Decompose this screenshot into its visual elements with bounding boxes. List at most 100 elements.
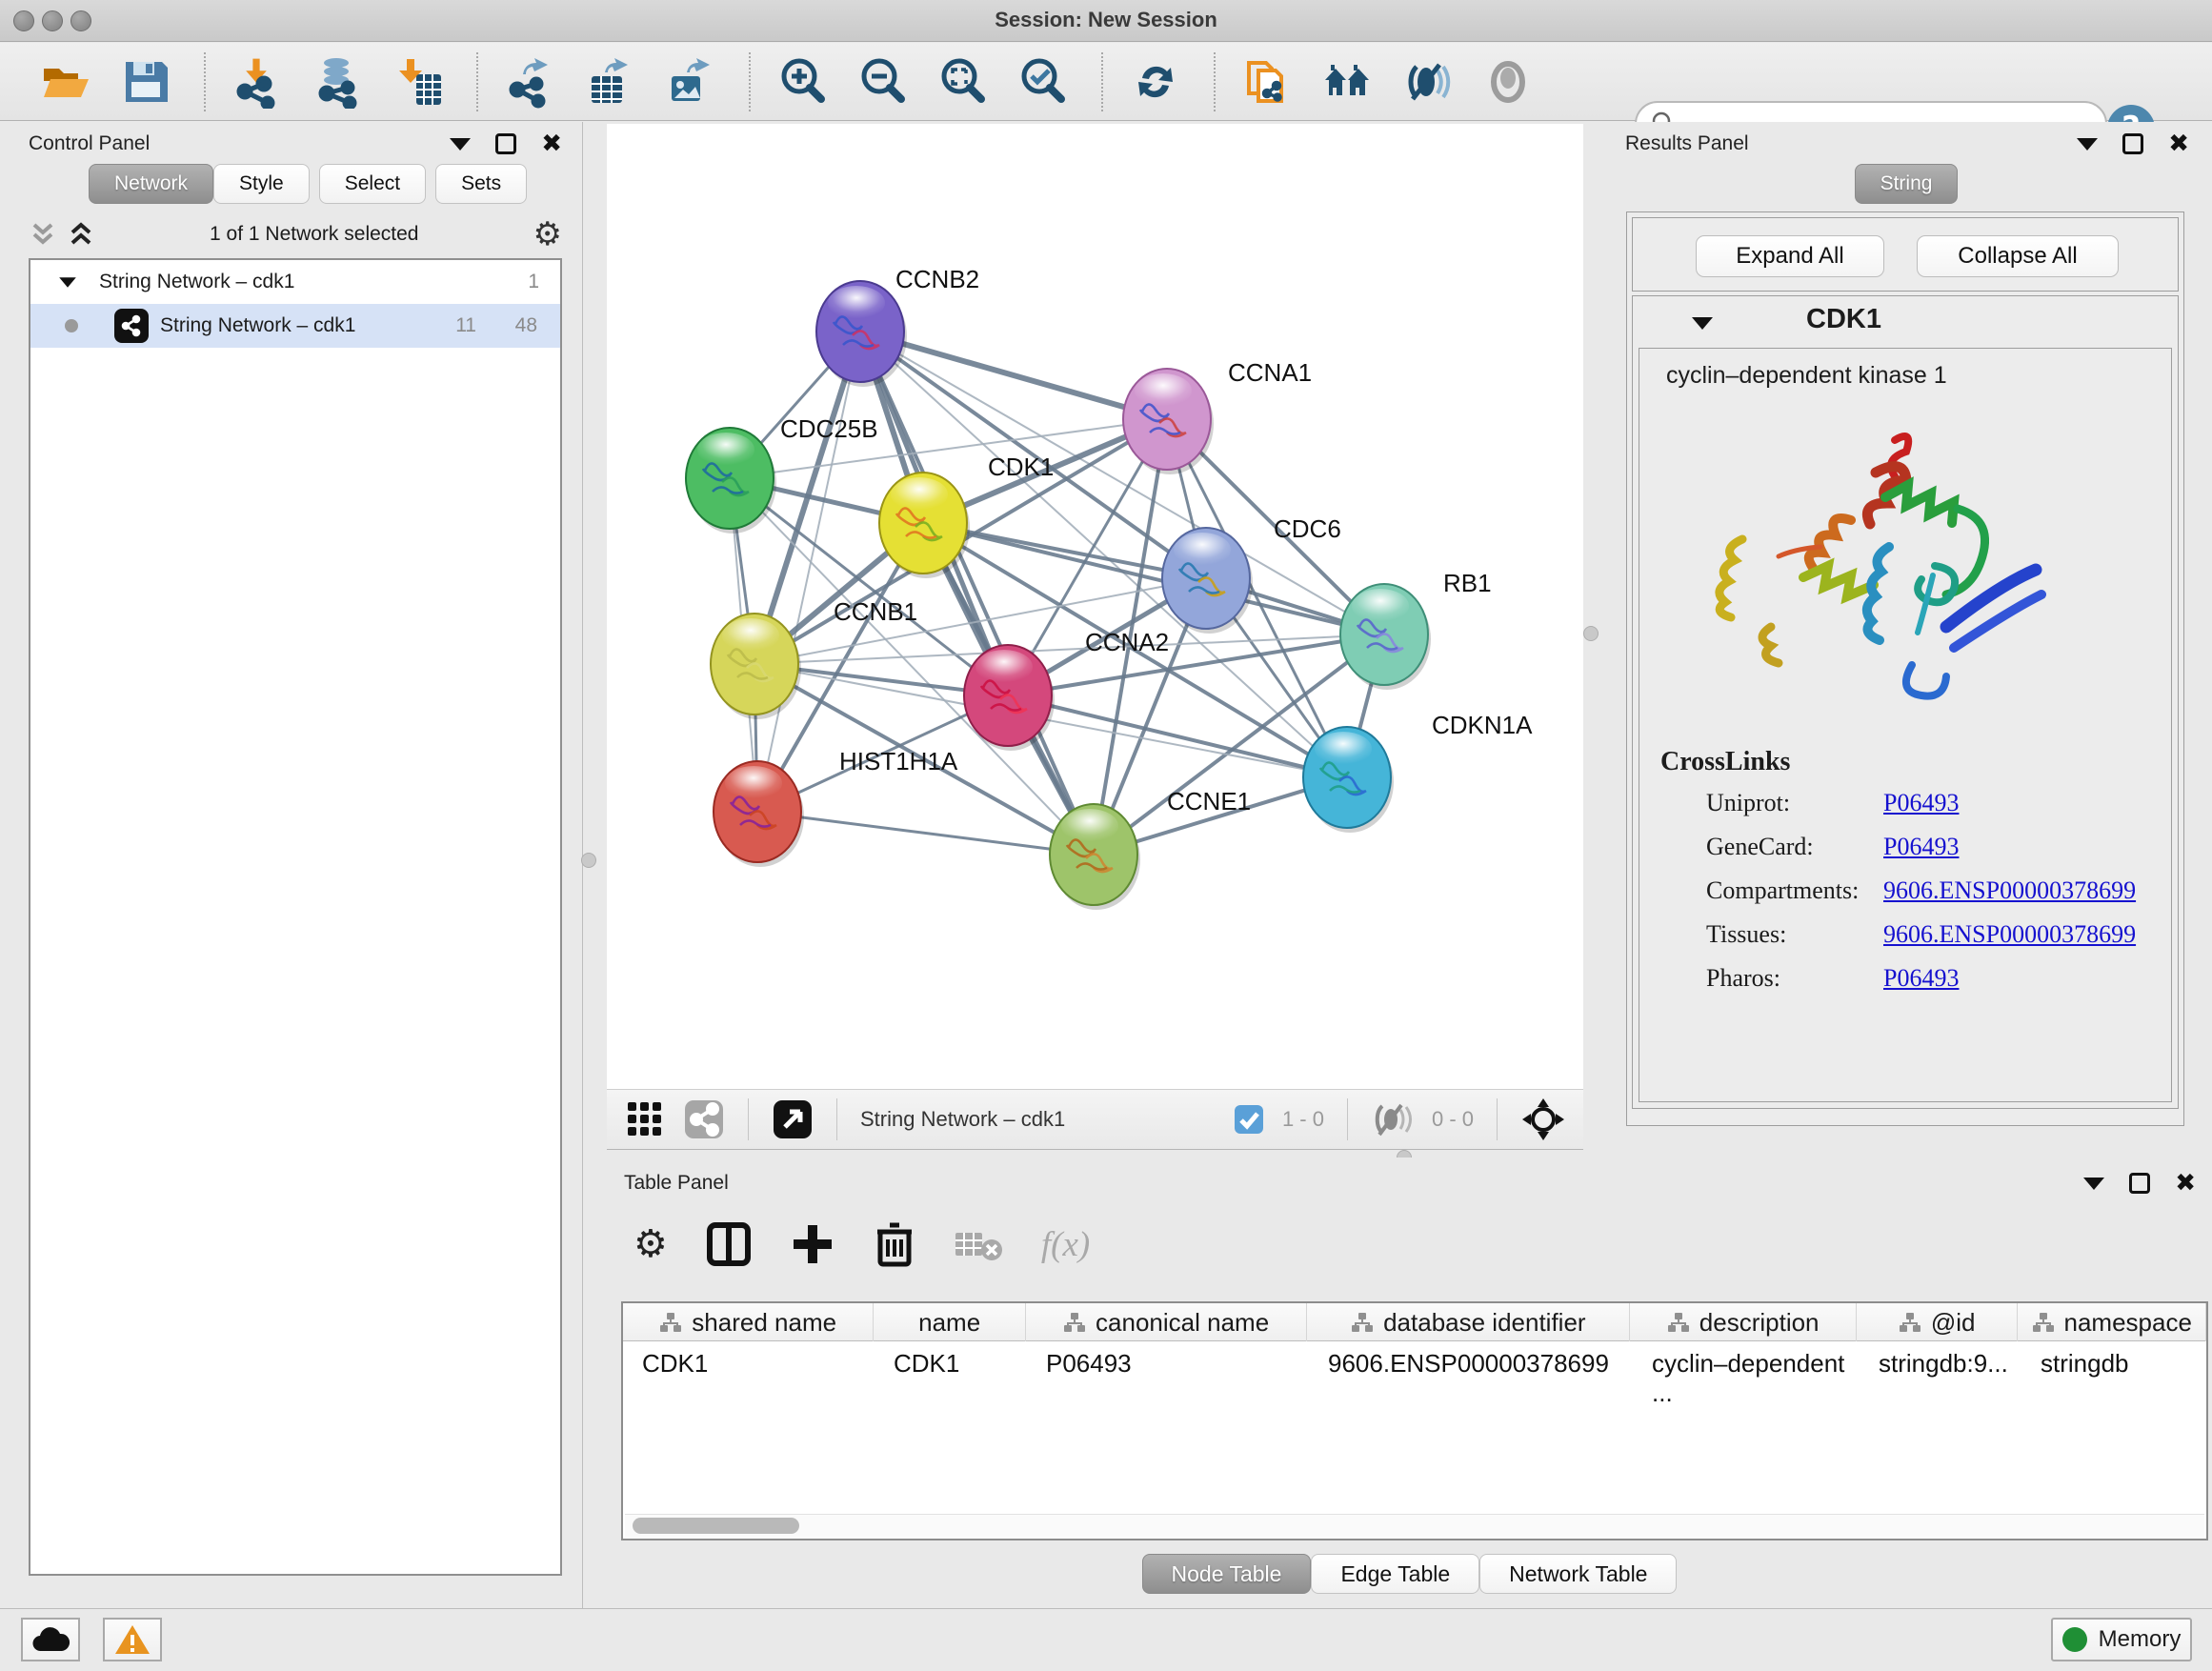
table-horizontal-scrollbar[interactable] [625, 1514, 2204, 1537]
results-panel-close-icon[interactable]: ✖ [2168, 131, 2189, 156]
node-CDC6[interactable] [1162, 528, 1253, 634]
node-CDC25B[interactable] [686, 428, 776, 534]
crosslink-value-link[interactable]: P06493 [1883, 833, 1959, 861]
refresh-icon[interactable] [1128, 54, 1183, 110]
hidden-eye-slash-icon[interactable] [1371, 1100, 1415, 1138]
tab-string[interactable]: String [1855, 164, 1959, 204]
zoom-fit-icon[interactable] [935, 54, 991, 110]
delete-table-icon[interactable] [954, 1225, 1003, 1263]
network-overview-icon[interactable] [683, 1098, 725, 1140]
zoom-selected-icon[interactable] [1016, 54, 1071, 110]
memory-button[interactable]: Memory [2051, 1618, 2192, 1661]
gene-entry-collapse-icon[interactable] [1692, 317, 1713, 330]
collection-expand-icon[interactable] [59, 277, 76, 287]
export-table-icon[interactable] [583, 54, 638, 110]
clone-network-icon[interactable] [1240, 54, 1296, 110]
network-collection-row[interactable]: String Network – cdk1 1 [30, 260, 560, 304]
node-CCNE1[interactable] [1050, 804, 1140, 910]
table-cell[interactable]: P06493 [1027, 1349, 1309, 1383]
function-builder-icon[interactable]: f(x) [1041, 1224, 1090, 1265]
table-cell[interactable]: stringdb:9... [1860, 1349, 2021, 1383]
edge[interactable] [757, 332, 860, 812]
control-panel-menu-icon[interactable] [450, 138, 471, 151]
column-header-description[interactable]: description [1630, 1303, 1856, 1341]
export-image-icon[interactable] [663, 54, 718, 110]
toolbar-separator [1214, 52, 1216, 111]
open-session-icon[interactable] [38, 54, 93, 110]
selected-checkbox-icon[interactable] [1233, 1103, 1265, 1136]
edge[interactable] [860, 332, 1094, 855]
crosslink-value-link[interactable]: 9606.ENSP00000378699 [1883, 920, 2136, 949]
export-network-icon[interactable] [503, 54, 558, 110]
collapse-all-button[interactable]: Collapse All [1917, 235, 2119, 277]
network-row-selected[interactable]: String Network – cdk1 11 48 [30, 304, 560, 348]
node-CCNB2[interactable] [816, 281, 907, 387]
vertical-splitter-handle[interactable] [1583, 626, 1599, 641]
crosslink-value-link[interactable]: P06493 [1883, 789, 1959, 817]
hide-selected-icon[interactable] [1400, 54, 1456, 110]
cloud-status-button[interactable] [21, 1618, 80, 1661]
zoom-out-icon[interactable] [855, 54, 911, 110]
column-header-database-identifier[interactable]: database identifier [1307, 1303, 1630, 1341]
tab-style[interactable]: Style [213, 164, 310, 204]
crosslink-value-link[interactable]: P06493 [1883, 964, 1959, 993]
first-neighbors-icon[interactable] [1320, 54, 1376, 110]
node-label-CCNA2: CCNA2 [1085, 628, 1169, 656]
tab-network[interactable]: Network [89, 164, 213, 204]
expand-all-button[interactable]: Expand All [1696, 235, 1884, 277]
table-cell[interactable]: stringdb [2021, 1349, 2210, 1383]
tab-network-table[interactable]: Network Table [1479, 1554, 1677, 1594]
tab-select[interactable]: Select [319, 164, 426, 204]
import-table-from-file-icon[interactable] [391, 54, 446, 110]
control-panel-float-icon[interactable] [495, 133, 516, 154]
table-panel-float-icon[interactable] [2129, 1173, 2150, 1194]
column-header-shared-name[interactable]: shared name [623, 1303, 874, 1341]
network-view-toolbar: String Network – cdk1 1 - 0 0 - 0 [607, 1089, 1583, 1150]
results-panel-float-icon[interactable] [2122, 133, 2143, 154]
network-options-gear-icon[interactable]: ⚙ [533, 215, 562, 253]
table-panel-close-icon[interactable]: ✖ [2175, 1171, 2196, 1196]
node-RB1[interactable] [1340, 584, 1431, 690]
save-session-icon[interactable] [118, 54, 173, 110]
edge[interactable] [757, 812, 1094, 855]
import-network-from-database-icon[interactable] [311, 54, 366, 110]
network-canvas[interactable]: CCNB2CCNA1CDC25BCDK1CDC6RB1CCNB1CCNA2CDK… [607, 124, 1583, 1089]
node-CDK1[interactable] [879, 473, 970, 578]
import-network-from-file-icon[interactable] [231, 54, 286, 110]
left-splitter-handle[interactable] [581, 853, 596, 868]
warnings-button[interactable] [103, 1618, 162, 1661]
delete-column-icon[interactable] [874, 1220, 915, 1268]
column-header--id[interactable]: @id [1857, 1303, 2019, 1341]
results-panel-menu-icon[interactable] [2077, 138, 2098, 151]
crosslink-value-link[interactable]: 9606.ENSP00000378699 [1883, 876, 2136, 905]
control-panel-close-icon[interactable]: ✖ [541, 131, 562, 156]
tab-node-table[interactable]: Node Table [1142, 1554, 1312, 1594]
collapse-all-icon[interactable] [29, 221, 57, 248]
birds-eye-toggle-icon[interactable] [1520, 1097, 1566, 1142]
node-HIST1H1A[interactable] [714, 761, 804, 867]
show-all-icon[interactable] [1480, 54, 1536, 110]
scrollbar-thumb[interactable] [633, 1518, 799, 1534]
table-cell[interactable]: CDK1 [875, 1349, 1027, 1383]
detach-view-icon[interactable] [772, 1098, 814, 1140]
node-CCNA1[interactable] [1123, 369, 1214, 474]
tab-sets[interactable]: Sets [435, 164, 527, 204]
node-label-CCNA1: CCNA1 [1228, 358, 1312, 387]
zoom-in-icon[interactable] [775, 54, 831, 110]
table-cell[interactable]: cyclin–dependent ... [1633, 1349, 1860, 1383]
table-cell[interactable]: 9606.ENSP00000378699 [1309, 1349, 1633, 1383]
expand-all-icon[interactable] [67, 221, 95, 248]
separator [1497, 1098, 1498, 1140]
node-CCNB1[interactable] [711, 614, 801, 719]
table-options-gear-icon[interactable]: ⚙ [633, 1222, 668, 1266]
show-columns-icon[interactable] [706, 1221, 752, 1267]
table-cell[interactable]: CDK1 [623, 1349, 875, 1383]
grid-view-icon[interactable] [624, 1098, 666, 1140]
table-panel-menu-icon[interactable] [2083, 1178, 2104, 1190]
column-header-canonical-name[interactable]: canonical name [1026, 1303, 1307, 1341]
add-column-icon[interactable] [790, 1221, 835, 1267]
node-CDKN1A[interactable] [1303, 727, 1394, 833]
column-header-name[interactable]: name [874, 1303, 1026, 1341]
tab-edge-table[interactable]: Edge Table [1311, 1554, 1479, 1594]
column-header-namespace[interactable]: namespace [2018, 1303, 2206, 1341]
